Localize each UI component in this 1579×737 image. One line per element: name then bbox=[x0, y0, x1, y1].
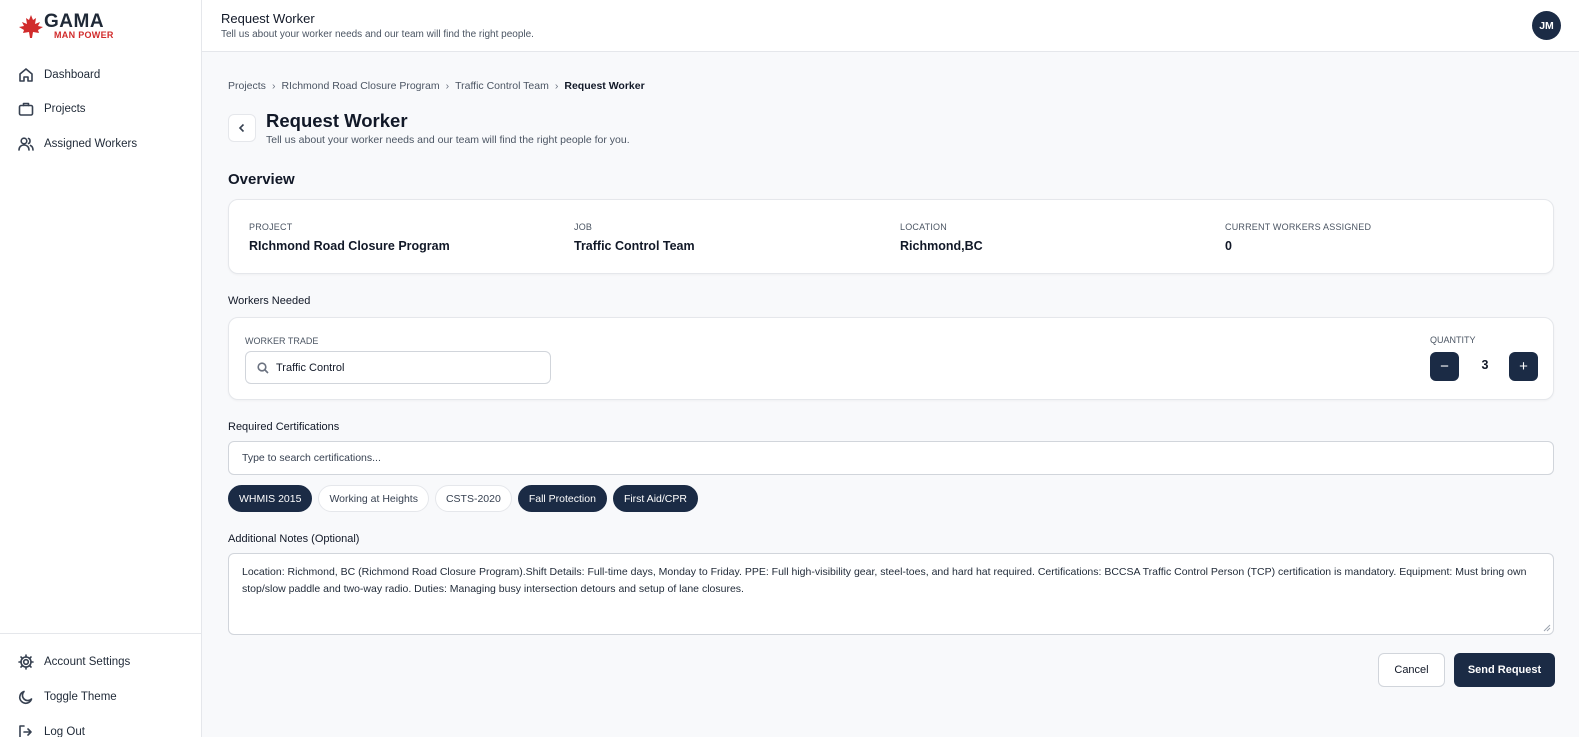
worker-trade-input[interactable]: Traffic Control bbox=[245, 351, 551, 384]
sidebar-item-label: Assigned Workers bbox=[44, 138, 138, 150]
chip-csts-2020[interactable]: CSTS-2020 bbox=[434, 485, 512, 512]
sidebar-item-label: Log Out bbox=[44, 726, 85, 737]
worker-trade-label: WORKER TRADE bbox=[245, 336, 319, 346]
overview-value-project: RIchmond Road Closure Program bbox=[249, 239, 450, 253]
certification-chips: WHMIS 2015 Working at Heights CSTS-2020 … bbox=[228, 485, 698, 512]
overview-value-workers: 0 bbox=[1225, 239, 1232, 253]
worker-trade-value: Traffic Control bbox=[276, 361, 345, 374]
sidebar-item-label: Projects bbox=[44, 103, 86, 115]
sidebar-item-assigned-workers[interactable]: Assigned Workers bbox=[18, 134, 137, 154]
sidebar-divider bbox=[0, 633, 201, 634]
overview-value-location: Richmond,BC bbox=[900, 239, 983, 253]
logout-icon bbox=[18, 724, 34, 737]
quantity-increment-button[interactable]: + bbox=[1509, 352, 1538, 381]
breadcrumb-projects[interactable]: Projects bbox=[228, 80, 266, 92]
chip-first-aid-cpr[interactable]: First Aid/CPR bbox=[612, 485, 698, 512]
sidebar-item-dashboard[interactable]: Dashboard bbox=[18, 65, 100, 85]
sidebar-item-label: Dashboard bbox=[44, 69, 101, 81]
certifications-title: Required Certifications bbox=[228, 421, 340, 433]
breadcrumb-current: Request Worker bbox=[564, 80, 645, 92]
quantity-decrement-button[interactable]: − bbox=[1430, 352, 1459, 381]
breadcrumb-project[interactable]: RIchmond Road Closure Program bbox=[281, 80, 439, 92]
users-icon bbox=[18, 136, 34, 152]
gear-icon bbox=[18, 654, 34, 670]
overview-title: Overview bbox=[228, 171, 295, 188]
chevron-left-icon bbox=[238, 123, 245, 133]
overview-label-project: PROJECT bbox=[249, 222, 293, 232]
certification-search-input[interactable]: Type to search certifications... bbox=[228, 441, 1554, 475]
back-button[interactable] bbox=[228, 114, 256, 142]
brand-name: GAMA bbox=[44, 11, 105, 32]
quantity-label: QUANTITY bbox=[1430, 335, 1476, 345]
overview-label-job: JOB bbox=[574, 222, 593, 232]
brand-logo[interactable]: GAMA MAN POWER bbox=[18, 12, 118, 46]
overview-label-workers: CURRENT WORKERS ASSIGNED bbox=[1225, 222, 1372, 232]
overview-value-job: Traffic Control Team bbox=[574, 239, 695, 253]
sidebar-item-toggle-theme[interactable]: Toggle Theme bbox=[18, 687, 117, 707]
notes-text: Location: Richmond, BC (Richmond Road Cl… bbox=[242, 566, 1527, 595]
avatar[interactable]: JM bbox=[1532, 11, 1561, 40]
header-title: Request Worker bbox=[221, 11, 315, 26]
notes-title: Additional Notes (Optional) bbox=[228, 533, 360, 545]
page-title: Request Worker bbox=[266, 110, 408, 131]
page-subtitle: Tell us about your worker needs and our … bbox=[266, 134, 630, 146]
briefcase-icon bbox=[18, 101, 34, 117]
quantity-value: 3 bbox=[1481, 358, 1489, 372]
sidebar-item-log-out[interactable]: Log Out bbox=[18, 722, 85, 737]
search-icon bbox=[257, 361, 269, 374]
sidebar-item-account-settings[interactable]: Account Settings bbox=[18, 652, 130, 672]
moon-icon bbox=[18, 689, 34, 705]
breadcrumb-separator: › bbox=[445, 80, 450, 92]
sidebar-item-label: Account Settings bbox=[44, 656, 131, 668]
chip-whmis-2015[interactable]: WHMIS 2015 bbox=[228, 485, 313, 512]
breadcrumb-job[interactable]: Traffic Control Team bbox=[455, 80, 549, 92]
maple-leaf-icon bbox=[19, 15, 43, 38]
header-subtitle: Tell us about your worker needs and our … bbox=[221, 29, 534, 40]
send-request-button[interactable]: Send Request bbox=[1454, 653, 1555, 687]
resize-handle-icon[interactable] bbox=[1543, 624, 1551, 632]
overview-card: PROJECT RIchmond Road Closure Program JO… bbox=[228, 199, 1554, 274]
cancel-button[interactable]: Cancel bbox=[1378, 653, 1445, 687]
breadcrumb-separator: › bbox=[271, 80, 276, 92]
brand-sub: MAN POWER bbox=[54, 30, 114, 40]
home-icon bbox=[18, 67, 34, 83]
sidebar: GAMA MAN POWER Dashboard Projects Assign… bbox=[0, 0, 202, 737]
chip-working-at-heights[interactable]: Working at Heights bbox=[318, 485, 429, 512]
workers-needed-card: WORKER TRADE Traffic Control QUANTITY − … bbox=[228, 317, 1554, 400]
workers-needed-title: Workers Needed bbox=[228, 295, 311, 307]
sidebar-item-projects[interactable]: Projects bbox=[18, 99, 86, 119]
breadcrumb-separator: › bbox=[554, 80, 559, 92]
chip-fall-protection[interactable]: Fall Protection bbox=[517, 485, 607, 512]
breadcrumb: Projects › RIchmond Road Closure Program… bbox=[228, 80, 645, 92]
overview-label-location: LOCATION bbox=[900, 222, 947, 232]
top-header: Request Worker Tell us about your worker… bbox=[202, 0, 1579, 52]
notes-textarea[interactable]: Location: Richmond, BC (Richmond Road Cl… bbox=[228, 553, 1554, 635]
sidebar-item-label: Toggle Theme bbox=[44, 691, 117, 703]
